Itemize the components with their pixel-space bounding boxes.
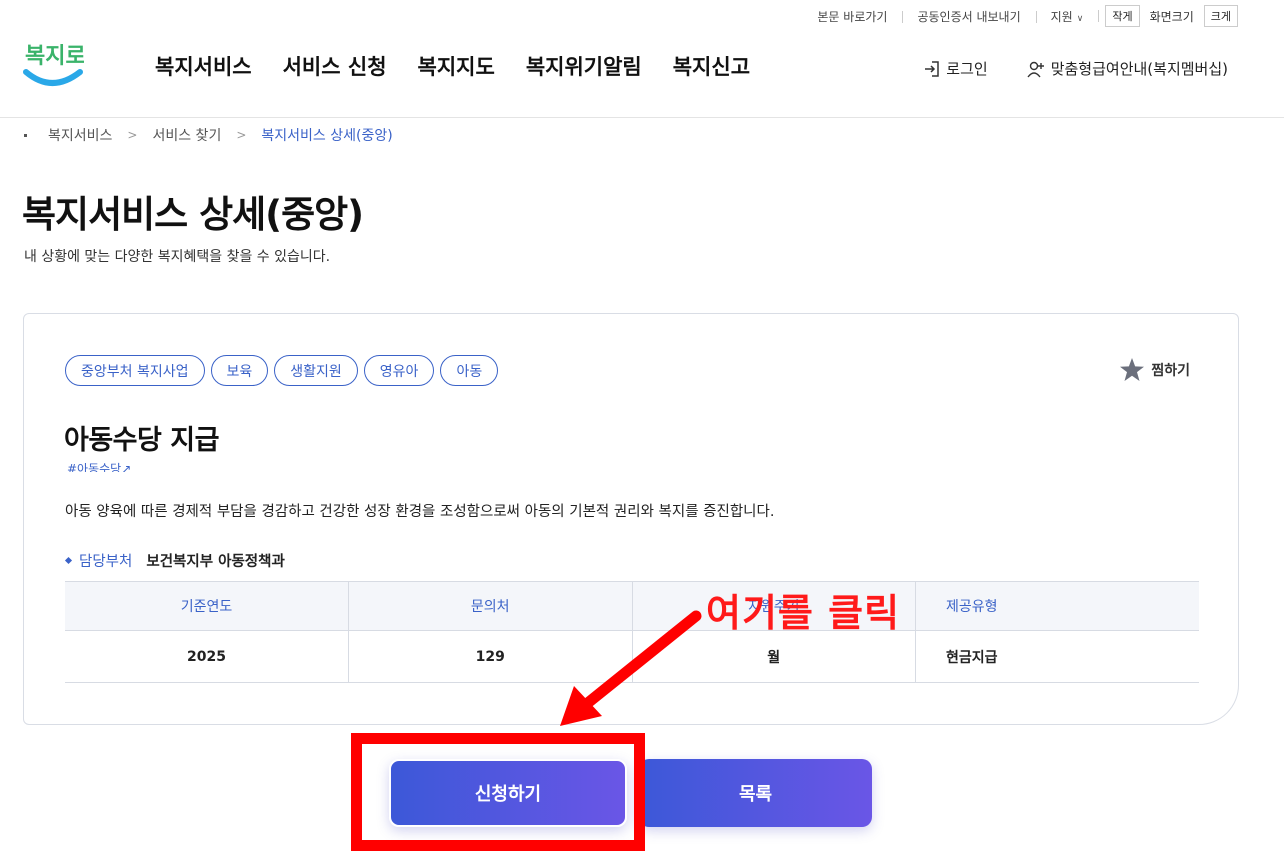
annotation-arrow-icon: [560, 610, 702, 726]
table-header-cell: 제공유형: [915, 581, 1199, 631]
login-icon: [925, 60, 940, 77]
tag-chip[interactable]: 중앙부처 복지사업: [65, 355, 205, 386]
chevron-down-icon: ∨: [1076, 13, 1084, 24]
nav-crisis-alert[interactable]: 복지위기알림: [526, 51, 642, 81]
page-description: 내 상황에 맞는 다양한 복지혜택을 찾을 수 있습니다.: [24, 249, 331, 265]
nav-welfare-report[interactable]: 복지신고: [673, 51, 750, 81]
breadcrumb-current: 복지서비스 상세(중앙): [261, 128, 393, 144]
tag-chip[interactable]: 영유아: [363, 355, 435, 386]
nav-service-apply[interactable]: 서비스 신청: [283, 51, 387, 81]
star-icon: [1120, 358, 1145, 381]
tag-list: 중앙부처 복지사업 보육 생활지원 영유아 아동: [65, 355, 499, 386]
login-label: 로그인: [946, 60, 988, 78]
header-divider: [0, 117, 1284, 118]
service-description: 아동 양육에 따른 경제적 부담을 경감하고 건강한 성장 환경을 조성함으로써…: [65, 504, 775, 520]
highlight-box: [351, 733, 645, 851]
tag-chip[interactable]: 생활지원: [274, 355, 358, 386]
chevron-right-icon: >: [127, 128, 138, 142]
font-large-button[interactable]: 크게: [1203, 5, 1238, 27]
breadcrumb-home-dot: [24, 133, 27, 137]
department-info: 담당부처 보건복지부 아동정책과: [64, 550, 285, 571]
cert-export-link[interactable]: 공동인증서 내보내기: [902, 8, 1035, 25]
department-value: 보건복지부 아동정책과: [146, 554, 285, 570]
nav-welfare-map[interactable]: 복지지도: [418, 51, 495, 81]
font-small-button[interactable]: 작게: [1105, 5, 1140, 27]
external-link-icon: ↗: [121, 462, 132, 472]
membership-label: 맞춤형급여안내(복지멤버십): [1050, 60, 1228, 78]
tag-chip[interactable]: 아동: [440, 355, 499, 386]
support-label: 지원: [1050, 9, 1073, 24]
main-navigation: 복지서비스 서비스 신청 복지지도 복지위기알림 복지신고: [155, 51, 750, 81]
breadcrumb-item[interactable]: 복지서비스: [48, 125, 112, 145]
favorite-button[interactable]: 찜하기: [1119, 357, 1190, 382]
user-plus-icon: [1027, 61, 1044, 77]
nav-welfare-service[interactable]: 복지서비스: [155, 51, 252, 81]
membership-link[interactable]: 맞춤형급여안내(복지멤버십): [1026, 58, 1228, 79]
support-menu[interactable]: 지원 ∨: [1035, 8, 1099, 25]
department-label: 담당부처: [79, 554, 133, 570]
tag-chip[interactable]: 보육: [210, 355, 269, 386]
table-header-cell: 기준연도: [65, 581, 349, 631]
bokjiro-logo[interactable]: 복지로: [22, 36, 86, 92]
service-hashtag[interactable]: #아동수당↗: [67, 460, 131, 472]
header-actions: 로그인 맞춤형급여안내(복지멤버십): [923, 58, 1228, 79]
page-title: 복지서비스 상세(중앙): [22, 193, 364, 236]
breadcrumb-item[interactable]: 서비스 찾기: [152, 125, 221, 145]
annotation-text: 여기를 클릭: [706, 591, 901, 635]
list-button[interactable]: 목록: [639, 759, 872, 827]
logo-text: 복지로: [25, 44, 84, 69]
favorite-label: 찜하기: [1151, 362, 1190, 379]
skip-to-content-link[interactable]: 본문 바로가기: [802, 8, 902, 25]
diamond-bullet-icon: [64, 556, 73, 565]
table-cell: 현금지급: [915, 630, 1199, 683]
table-cell: 2025: [65, 630, 349, 683]
divider: [1098, 10, 1100, 22]
login-link[interactable]: 로그인: [923, 58, 988, 79]
service-title: 아동수당 지급: [64, 425, 219, 456]
chevron-right-icon: >: [236, 128, 247, 142]
hashtag-label: #아동수당: [67, 462, 122, 472]
breadcrumb: 복지서비스 > 서비스 찾기 > 복지서비스 상세(중앙): [24, 125, 393, 145]
utility-bar: 본문 바로가기 공동인증서 내보내기 지원 ∨ 작게 화면크기 크게: [802, 5, 1238, 27]
font-size-label: 화면크기: [1149, 9, 1194, 24]
